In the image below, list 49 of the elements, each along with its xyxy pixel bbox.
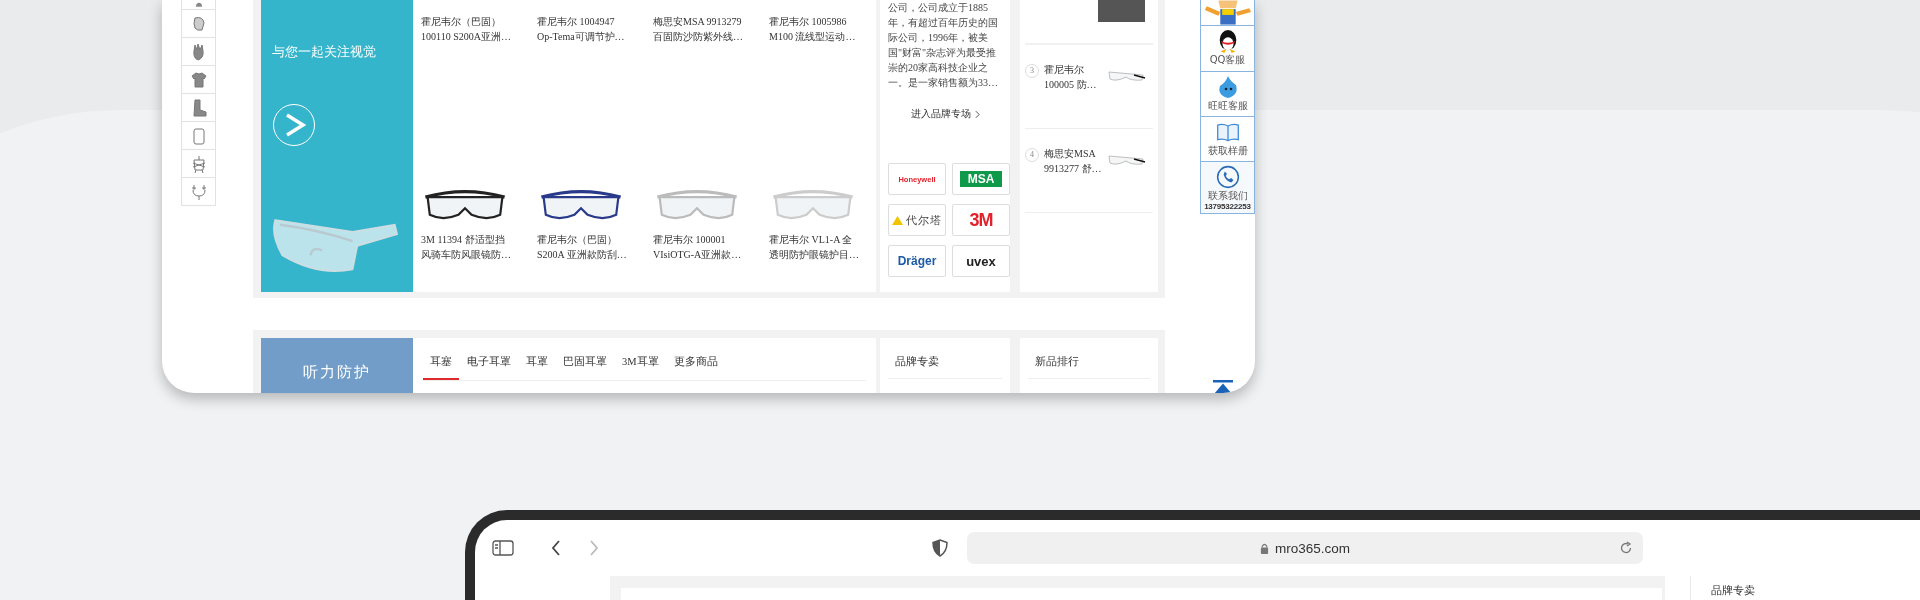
product-title[interactable]: 3M 11394 舒适型挡 风骑车防风眼镜防… — [421, 232, 529, 262]
reload-icon[interactable] — [1619, 541, 1633, 555]
category-button[interactable] — [181, 0, 216, 10]
product-title[interactable]: 梅思安MSA 9913279 百固防沙防紫外线… — [653, 14, 761, 44]
category-button[interactable] — [181, 66, 216, 94]
product-title[interactable]: 霍尼韦尔 100005 防… — [1044, 62, 1106, 92]
service-button[interactable]: QQ客服 — [1200, 26, 1255, 72]
service-button[interactable]: 联系我们 13795322253 — [1200, 162, 1255, 214]
phone-icon — [1215, 165, 1240, 189]
address-bar[interactable]: mro365.com — [967, 532, 1643, 564]
lock-icon — [1260, 542, 1269, 554]
sidebar-icon[interactable] — [492, 540, 514, 556]
service-button[interactable]: 旺旺客服 — [1200, 72, 1255, 117]
arrow-circle-icon[interactable] — [272, 103, 316, 147]
category-button[interactable] — [181, 178, 216, 206]
category-tab[interactable]: 耳罩 — [519, 351, 555, 380]
panel-heading: 品牌专卖 — [888, 338, 1002, 379]
brand-logo[interactable]: Dräger — [888, 245, 946, 277]
panel-heading: 新品排行 — [1028, 338, 1150, 379]
category-button[interactable] — [181, 94, 216, 122]
product-title[interactable]: 霍尼韦尔 100001 VIsiOTG-A亚洲款… — [653, 232, 761, 262]
category-tab[interactable]: 耳塞 — [423, 351, 459, 380]
panel-heading: 品牌专卖 — [1711, 584, 1756, 596]
brand-logo[interactable]: MSA — [952, 163, 1010, 195]
banner-slogan: 与您一起关注视觉 — [272, 43, 376, 61]
back-to-top-icon[interactable] — [1213, 380, 1233, 393]
category-heading: 听力防护 — [261, 338, 413, 393]
category-button[interactable] — [181, 150, 216, 178]
category-button[interactable] — [181, 38, 216, 66]
back-icon[interactable] — [551, 540, 561, 556]
category-tab[interactable]: 3M耳罩 — [615, 351, 666, 380]
product-title[interactable]: 霍尼韦尔（巴固） S200A 亚洲款防刮… — [537, 232, 645, 262]
product-title[interactable]: 霍尼韦尔 1005986 M100 流线型运动… — [769, 14, 877, 44]
brand-page-link[interactable]: 进入品牌专场 — [910, 108, 971, 121]
brand-logo[interactable]: 代尔塔 — [888, 204, 946, 236]
product-title[interactable]: 霍尼韦尔 1004947 Op-Tema可调节护… — [537, 14, 645, 44]
service-button[interactable]: 获取样册 — [1200, 117, 1255, 162]
shield-icon[interactable] — [932, 539, 948, 557]
product-title[interactable]: 梅思安MSA 9913277 舒… — [1044, 146, 1106, 176]
brand-logo[interactable]: uvex — [952, 245, 1010, 277]
brand-description: 公司，公司成立于1885 年，有超过百年历史的国 际公司，1996年，被美 国"财富"杂志评为最受推 崇的20家高科技企业之 一。是一家销售额为33… — [888, 1, 999, 90]
brand-logo[interactable]: 3M — [952, 204, 1010, 236]
product-title[interactable]: 霍尼韦尔（巴固） 100110 S200A亚洲… — [421, 14, 529, 44]
category-button[interactable] — [181, 10, 216, 38]
chevron-right-icon[interactable] — [974, 110, 980, 119]
product-title[interactable]: 霍尼韦尔 VL1-A 全 透明防护眼镜护目… — [769, 232, 877, 262]
category-tab[interactable]: 巴固耳罩 — [556, 351, 614, 380]
category-tab[interactable]: 更多商品 — [666, 351, 725, 380]
category-tab[interactable]: 电子耳罩 — [460, 351, 518, 380]
